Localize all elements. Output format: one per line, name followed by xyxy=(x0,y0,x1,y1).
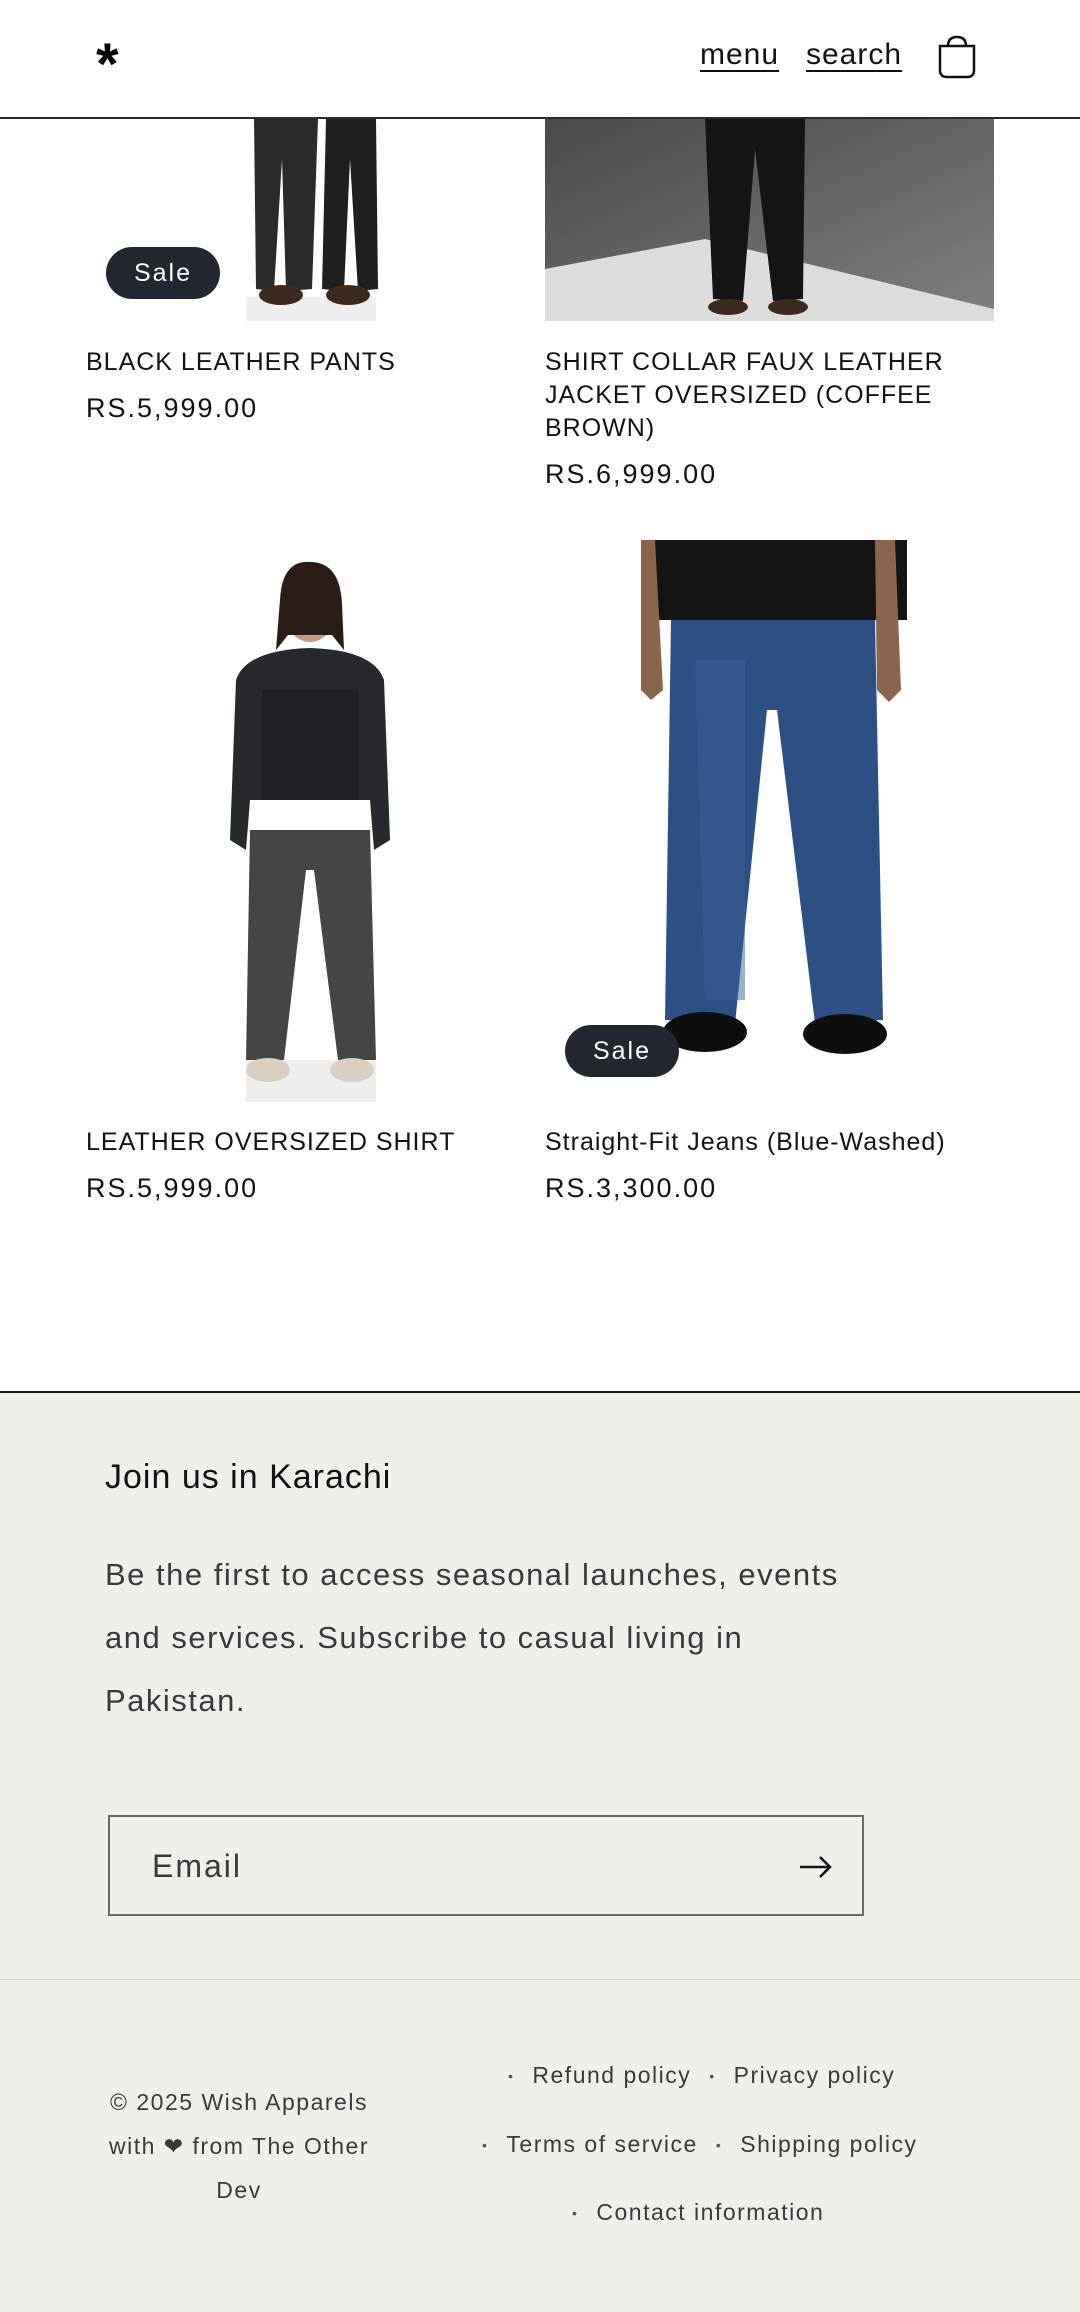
separator-dot: • xyxy=(508,2067,515,2084)
product-image-straight-fit-jeans[interactable]: Sale xyxy=(545,540,994,1102)
product-image-black-leather-pants[interactable]: Sale xyxy=(86,119,534,321)
product-price: RS.3,300.00 xyxy=(545,1173,718,1203)
jacket-illustration xyxy=(545,119,994,321)
product-title[interactable]: Straight-Fit Jeans (Blue-Washed) xyxy=(545,1126,985,1159)
model-illustration xyxy=(230,561,390,1102)
policy-links-row-2: • Terms of service • Shipping policy xyxy=(482,2131,917,2158)
refund-policy-link[interactable]: Refund policy xyxy=(532,2062,691,2089)
product-price: RS.5,999.00 xyxy=(86,393,259,423)
site-header: * menu search xyxy=(0,0,1080,119)
menu-link[interactable]: menu xyxy=(700,38,779,72)
product-image-leather-oversized-shirt[interactable] xyxy=(86,540,534,1102)
arrow-right-icon[interactable] xyxy=(796,1847,836,1887)
newsletter-description: Be the first to access seasonal launches… xyxy=(105,1557,839,1718)
copyright-text: © 2025 Wish Apparels with ❤ from The Oth… xyxy=(109,2089,369,2203)
logo[interactable]: * xyxy=(96,36,119,94)
cart-icon[interactable] xyxy=(934,34,980,80)
contact-information-link[interactable]: Contact information xyxy=(596,2199,824,2226)
newsletter-heading: Join us in Karachi xyxy=(105,1458,392,1496)
separator-dot: • xyxy=(572,2204,579,2221)
product-title[interactable]: SHIRT COLLAR FAUX LEATHER JACKET OVERSIZ… xyxy=(545,346,985,445)
policy-links-row-3: • Contact information xyxy=(572,2199,824,2226)
separator-dot: • xyxy=(709,2067,716,2084)
sale-badge: Sale xyxy=(106,247,220,299)
search-link[interactable]: search xyxy=(806,38,902,72)
product-price: RS.6,999.00 xyxy=(545,459,718,489)
separator-dot: • xyxy=(482,2136,489,2153)
product-title[interactable]: LEATHER OVERSIZED SHIRT xyxy=(86,1126,526,1159)
email-form xyxy=(108,1815,864,1916)
product-image-faux-leather-jacket[interactable] xyxy=(545,119,994,321)
shipping-policy-link[interactable]: Shipping policy xyxy=(740,2131,917,2158)
jeans-illustration xyxy=(641,540,907,1054)
terms-of-service-link[interactable]: Terms of service xyxy=(506,2131,697,2158)
product-price: RS.5,999.00 xyxy=(86,1173,259,1203)
privacy-policy-link[interactable]: Privacy policy xyxy=(734,2062,896,2089)
product-title[interactable]: BLACK LEATHER PANTS xyxy=(86,346,526,379)
email-field[interactable] xyxy=(152,1843,732,1889)
policy-links-row-1: • Refund policy • Privacy policy xyxy=(508,2062,895,2089)
sale-badge: Sale xyxy=(565,1025,679,1077)
separator-dot: • xyxy=(715,2136,723,2153)
